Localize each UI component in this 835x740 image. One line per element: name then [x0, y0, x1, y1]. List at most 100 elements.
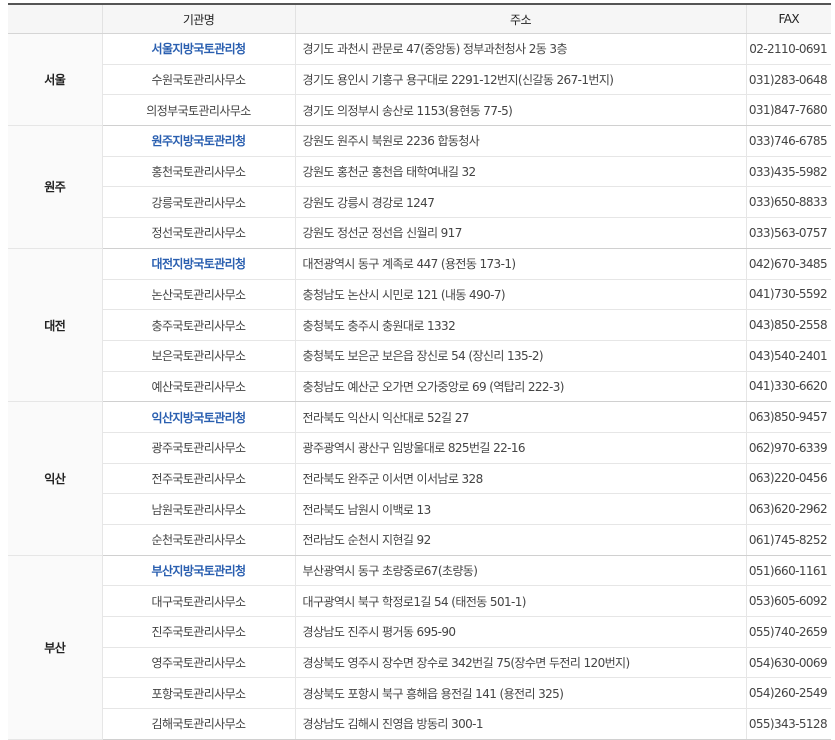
table-body: 서울 서울지방국토관리청 경기도 과천시 관문로 47(중앙동) 정부과천청사 2동…: [8, 33, 831, 740]
org-cell: 논산국토관리사무소: [101, 279, 295, 311]
table-row: 포항국토관리사무소 경상북도 포항시 북구 흥해읍 용전길 141 (용전리 32…: [8, 677, 831, 710]
table-row: 김해국토관리사무소 경상남도 김해시 진영읍 방동리 300-1 055)343-5…: [8, 708, 831, 740]
table-row: 부산 부산지방국토관리청 부산광역시 동구 초량중로67(초량동) 051)660-1…: [8, 555, 831, 740]
org-cell: 의정부국토관리사무소: [101, 94, 295, 127]
table-row: 진주국토관리사무소 경상남도 진주시 평거동 695-90 055)740-2659: [8, 616, 831, 648]
table-row: 전주국토관리사무소 전라북도 완주군 이서면 이서남로 328 063)220-04…: [8, 463, 831, 495]
page: { "headers": { "region": "", "org": "기관명…: [0, 0, 835, 740]
address-cell: 대전광역시 동구 계족로 447 (용전동 173-1): [294, 248, 746, 280]
fax-cell: 02-2110-0691: [745, 33, 831, 65]
fax-cell: 063)220-0456: [745, 463, 831, 495]
address-cell: 충청북도 보은군 보은읍 장신로 54 (장신리 135-2): [294, 340, 746, 372]
region-cell: 익산: [8, 401, 102, 556]
org-cell: 진주국토관리사무소: [101, 616, 295, 648]
fax-cell: 051)660-1161: [745, 555, 831, 587]
table-row: 대전 대전지방국토관리청 대전광역시 동구 계족로 447 (용전동 173-1) 0…: [8, 248, 831, 403]
address-cell: 부산광역시 동구 초량중로67(초량동): [294, 555, 746, 587]
table-row: 의정부국토관리사무소 경기도 의정부시 송산로 1153(용현동 77-5) 031…: [8, 94, 831, 127]
address-cell: 경기도 의정부시 송산로 1153(용현동 77-5): [294, 94, 746, 127]
fax-cell: 054)630-0069: [745, 647, 831, 679]
fax-cell: 033)563-0757: [745, 217, 831, 249]
fax-cell: 055)343-5128: [745, 708, 831, 740]
fax-cell: 031)847-7680: [745, 94, 831, 127]
address-cell: 전라남도 순천시 지현길 92: [294, 524, 746, 556]
org-cell: 영주국토관리사무소: [101, 647, 295, 679]
table-row: 익산 익산지방국토관리청 전라북도 익산시 익산대로 52길 27 063)850-9…: [8, 401, 831, 556]
org-cell: 김해국토관리사무소: [101, 708, 295, 740]
fax-cell: 043)850-2558: [745, 309, 831, 341]
org-cell: 남원국토관리사무소: [101, 493, 295, 525]
table-row: 홍천국토관리사무소 강원도 홍천군 홍천읍 태학여내길 32 033)435-598…: [8, 156, 831, 188]
table-row: 원주 원주지방국토관리청 강원도 원주시 북원로 2236 합동청사 033)746-…: [8, 125, 831, 249]
org-cell: 전주국토관리사무소: [101, 463, 295, 495]
table-row: 보은국토관리사무소 충청북도 보은군 보은읍 장신로 54 (장신리 135-2)…: [8, 340, 831, 372]
fax-cell: 033)435-5982: [745, 156, 831, 188]
fax-cell: 043)540-2401: [745, 340, 831, 372]
org-cell: 보은국토관리사무소: [101, 340, 295, 372]
fax-cell: 033)746-6785: [745, 125, 831, 157]
table-row: 남원국토관리사무소 전라북도 남원시 이백로 13 063)620-2962: [8, 493, 831, 525]
region-cell: 원주: [8, 125, 102, 249]
org-cell: 강릉국토관리사무소: [101, 186, 295, 219]
org-cell-main-office[interactable]: 원주지방국토관리청: [101, 125, 295, 157]
region-cell: 서울: [8, 33, 102, 127]
fax-cell: 063)850-9457: [745, 401, 831, 433]
address-cell: 경상남도 진주시 평거동 695-90: [294, 616, 746, 648]
address-cell: 강원도 홍천군 홍천읍 태학여내길 32: [294, 156, 746, 188]
table-row: 수원국토관리사무소 경기도 용인시 기흥구 용구대로 2291-12번지(신갈동 …: [8, 64, 831, 96]
table-row: 광주국토관리사무소 광주광역시 광산구 임방울대로 825번길 22-16 062)…: [8, 432, 831, 464]
fax-cell: 042)670-3485: [745, 248, 831, 280]
table-row: 충주국토관리사무소 충청북도 충주시 충원대로 1332 043)850-2558: [8, 309, 831, 341]
address-cell: 경상남도 김해시 진영읍 방동리 300-1: [294, 708, 746, 740]
address-cell: 경상북도 영주시 장수면 장수로 342번길 75(장수면 두전리 120번지): [294, 647, 746, 679]
address-cell: 충청남도 논산시 시민로 121 (내동 490-7): [294, 279, 746, 311]
org-cell: 홍천국토관리사무소: [101, 156, 295, 188]
fax-cell: 055)740-2659: [745, 616, 831, 648]
fax-cell: 063)620-2962: [745, 493, 831, 525]
header-region: [8, 4, 102, 34]
fax-cell: 033)650-8833: [745, 186, 831, 219]
address-cell: 강원도 강릉시 경강로 1247: [294, 186, 746, 219]
fax-cell: 031)283-0648: [745, 64, 831, 96]
region-cell: 대전: [8, 248, 102, 403]
table-header: 기관명 주소 FAX: [8, 4, 831, 34]
address-cell: 강원도 원주시 북원로 2236 합동청사: [294, 125, 746, 157]
org-cell: 광주국토관리사무소: [101, 432, 295, 464]
org-cell-main-office[interactable]: 서울지방국토관리청: [101, 33, 295, 65]
table-row: 논산국토관리사무소 충청남도 논산시 시민로 121 (내동 490-7) 041)…: [8, 279, 831, 311]
address-cell: 전라북도 익산시 익산대로 52길 27: [294, 401, 746, 433]
table-row: 정선국토관리사무소 강원도 정선군 정선읍 신월리 917 033)563-0757: [8, 217, 831, 249]
table-row: 예산국토관리사무소 충청남도 예산군 오가면 오가중앙로 69 (역탑리 222-…: [8, 371, 831, 403]
org-cell: 정선국토관리사무소: [101, 217, 295, 249]
table-row: 순천국토관리사무소 전라남도 순천시 지현길 92 061)745-8252: [8, 524, 831, 556]
org-cell-main-office[interactable]: 부산지방국토관리청: [101, 555, 295, 587]
address-cell: 충청북도 충주시 충원대로 1332: [294, 309, 746, 341]
org-cell-main-office[interactable]: 대전지방국토관리청: [101, 248, 295, 280]
org-cell: 수원국토관리사무소: [101, 64, 295, 96]
address-cell: 전라북도 완주군 이서면 이서남로 328: [294, 463, 746, 495]
fax-cell: 041)330-6620: [745, 371, 831, 403]
header-org: 기관명: [101, 4, 295, 34]
table-row: 영주국토관리사무소 경상북도 영주시 장수면 장수로 342번길 75(장수면 두…: [8, 647, 831, 679]
fax-cell: 053)605-6092: [745, 585, 831, 618]
org-cell: 충주국토관리사무소: [101, 309, 295, 341]
address-cell: 충청남도 예산군 오가면 오가중앙로 69 (역탑리 222-3): [294, 371, 746, 403]
office-table: 기관명 주소 FAX 서울 서울지방국토관리청 경기도 과천시 관문로 47(중앙동…: [8, 3, 831, 740]
org-cell: 예산국토관리사무소: [101, 371, 295, 403]
org-cell: 포항국토관리사무소: [101, 677, 295, 710]
header-fax: FAX: [745, 4, 831, 34]
table-row: 서울 서울지방국토관리청 경기도 과천시 관문로 47(중앙동) 정부과천청사 2동…: [8, 33, 831, 127]
address-cell: 강원도 정선군 정선읍 신월리 917: [294, 217, 746, 249]
table-row: 강릉국토관리사무소 강원도 강릉시 경강로 1247 033)650-8833: [8, 186, 831, 219]
address-cell: 대구광역시 북구 학정로1길 54 (태전동 501-1): [294, 585, 746, 618]
header-address: 주소: [294, 4, 746, 34]
address-cell: 경상북도 포항시 북구 흥해읍 용전길 141 (용전리 325): [294, 677, 746, 710]
fax-cell: 054)260-2549: [745, 677, 831, 710]
region-cell: 부산: [8, 555, 102, 740]
fax-cell: 041)730-5592: [745, 279, 831, 311]
org-cell: 순천국토관리사무소: [101, 524, 295, 556]
address-cell: 경기도 용인시 기흥구 용구대로 2291-12번지(신갈동 267-1번지): [294, 64, 746, 96]
address-cell: 광주광역시 광산구 임방울대로 825번길 22-16: [294, 432, 746, 464]
fax-cell: 061)745-8252: [745, 524, 831, 556]
org-cell-main-office[interactable]: 익산지방국토관리청: [101, 401, 295, 433]
